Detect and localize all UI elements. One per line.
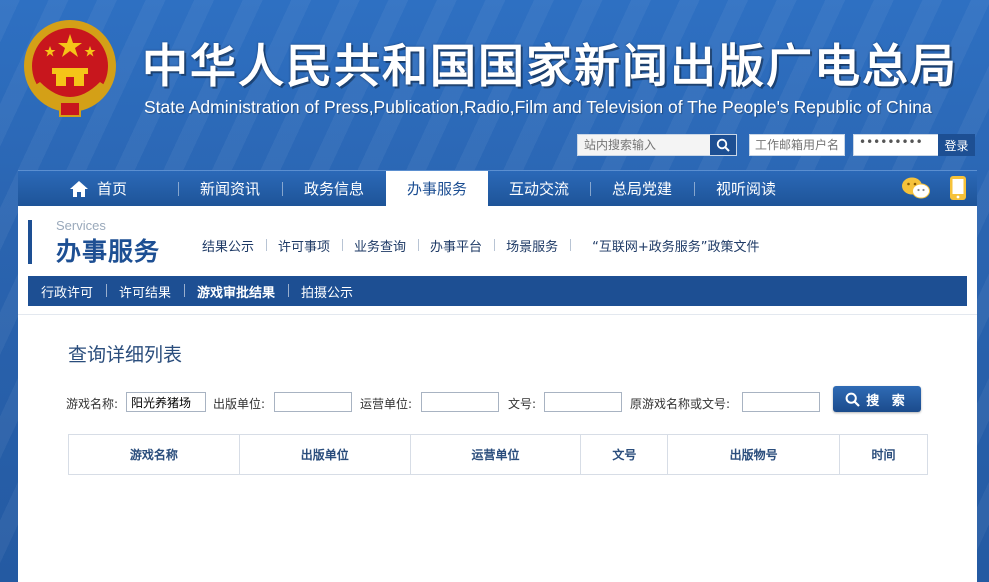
search-button-label: 搜 索	[866, 393, 909, 409]
search-form: 游戏名称: 阳光养猪场 出版单位: 运营单位: 文号: 原游戏名称或文号:	[66, 392, 946, 412]
subnav-item-query[interactable]: 业务查询	[342, 236, 418, 255]
subnav-item-scenes[interactable]: 场景服务	[494, 236, 570, 255]
subnav-item-permits[interactable]: 许可事项	[266, 236, 342, 255]
site-search-input[interactable]	[578, 135, 710, 155]
search-icon	[716, 138, 730, 152]
nav-item-party[interactable]: 总局党建	[590, 171, 694, 207]
main-nav: 首页 新闻资讯 政务信息 办事服务 互动交流 总局党建 视听阅读	[18, 170, 977, 207]
home-icon	[69, 180, 88, 197]
site-search-button[interactable]	[710, 135, 736, 155]
operator-label: 运营单位:	[360, 397, 413, 411]
col-operator: 运营单位	[409, 434, 582, 475]
col-doc-no: 文号	[580, 434, 669, 475]
col-game-name: 游戏名称	[68, 434, 240, 475]
section-en-label: Services	[56, 218, 106, 233]
nav-item-gov-info[interactable]: 政务信息	[282, 171, 386, 207]
login-button[interactable]: 登录	[938, 134, 975, 156]
nav-item-home[interactable]: 首页	[18, 171, 178, 207]
search-icon	[845, 392, 861, 407]
national-emblem-icon	[20, 16, 120, 120]
site-search	[577, 134, 737, 156]
doc-no-label: 文号:	[508, 397, 537, 411]
doc-no-input[interactable]	[544, 392, 622, 412]
game-name-label: 游戏名称:	[66, 397, 119, 411]
site-subtitle: State Administration of Press,Publicatio…	[144, 97, 932, 117]
game-name-input[interactable]: 阳光养猪场	[126, 392, 206, 412]
col-publisher: 出版单位	[238, 434, 411, 475]
section-header: Services 办事服务 结果公示 许可事项 业务查询 办事平台 场景服务 “…	[18, 206, 977, 276]
tab-admin-permit[interactable]: 行政许可	[28, 282, 106, 301]
divider	[18, 314, 977, 315]
nav-icons	[901, 175, 967, 205]
result-table: 游戏名称 出版单位 运营单位 文号 出版物号 时间	[68, 434, 928, 475]
subnav-item-results[interactable]: 结果公示	[190, 236, 266, 255]
subnav-item-platform[interactable]: 办事平台	[418, 236, 494, 255]
sub-nav: 结果公示 许可事项 业务查询 办事平台 场景服务 “互联网+政务服务”政策文件	[190, 236, 771, 255]
operator-input[interactable]	[421, 392, 499, 412]
nav-item-media[interactable]: 视听阅读	[694, 171, 798, 207]
site-title: 中华人民共和国国家新闻出版广电总局	[142, 39, 958, 93]
orig-name-label: 原游戏名称或文号:	[630, 397, 731, 411]
tab-bar: 行政许可 许可结果 游戏审批结果 拍摄公示	[28, 276, 967, 306]
section-cn-label: 办事服务	[56, 237, 161, 266]
nav-item-label: 首页	[96, 180, 127, 198]
tab-filming-notice[interactable]: 拍摄公示	[288, 282, 366, 301]
tab-game-approval[interactable]: 游戏审批结果	[184, 282, 288, 301]
password-field[interactable]: •••••••••	[853, 134, 939, 156]
nav-item-services[interactable]: 办事服务	[386, 170, 488, 207]
section-accent-bar	[28, 220, 32, 264]
wechat-icon[interactable]	[901, 175, 931, 205]
mobile-icon[interactable]	[949, 175, 967, 205]
col-publication-no: 出版物号	[667, 434, 841, 475]
nav-item-news[interactable]: 新闻资讯	[178, 171, 282, 207]
tab-permit-results[interactable]: 许可结果	[106, 282, 184, 301]
publisher-input[interactable]	[274, 392, 352, 412]
search-button[interactable]: 搜 索	[833, 386, 921, 412]
col-time: 时间	[839, 434, 928, 475]
page-title: 查询详细列表	[68, 344, 183, 366]
subnav-item-policy[interactable]: “互联网+政务服务”政策文件	[570, 236, 771, 255]
nav-item-interaction[interactable]: 互动交流	[488, 171, 590, 207]
orig-name-input[interactable]	[742, 392, 820, 412]
table-header-row: 游戏名称 出版单位 运营单位 文号 出版物号 时间	[68, 434, 928, 475]
email-user-field[interactable]	[749, 134, 845, 156]
publisher-label: 出版单位:	[213, 397, 266, 411]
content-panel: Services 办事服务 结果公示 许可事项 业务查询 办事平台 场景服务 “…	[18, 206, 977, 582]
